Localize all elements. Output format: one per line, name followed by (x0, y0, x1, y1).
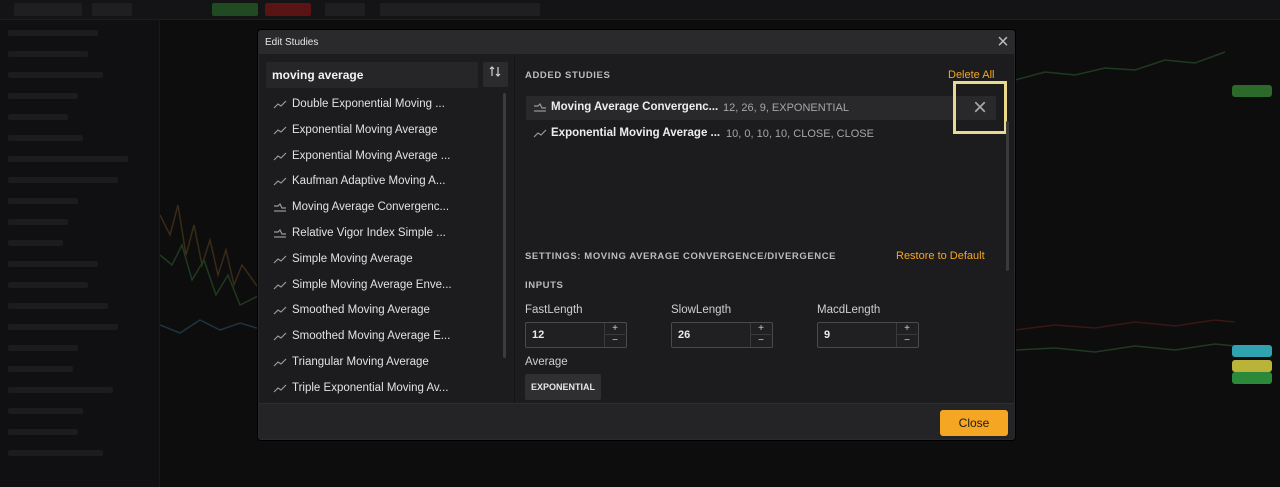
added-study-name: Moving Average Convergenc... (551, 101, 719, 113)
dialog-title: Edit Studies (265, 37, 319, 48)
study-list-item-label: Kaufman Adaptive Moving A... (292, 175, 446, 188)
lower-study-icon (274, 229, 286, 238)
study-list-scrollbar[interactable] (503, 93, 506, 358)
study-list-item[interactable]: Triple Exponential Moving Av... (266, 377, 502, 401)
line-study-icon (273, 152, 287, 161)
sort-button[interactable] (483, 62, 508, 87)
line-study-icon (273, 384, 287, 393)
average-label: Average (525, 356, 568, 368)
line-study-icon (273, 255, 287, 264)
decrement-button[interactable]: − (896, 335, 917, 347)
study-results-list: Double Exponential Moving ... Exponentia… (266, 93, 506, 403)
delete-all-link[interactable]: Delete All (948, 69, 994, 81)
line-study-icon (273, 100, 287, 109)
added-study-name: Exponential Moving Average ... (551, 127, 721, 139)
background-price-tag (1232, 85, 1272, 97)
macdlength-input[interactable] (824, 328, 894, 342)
study-list-item-label: Simple Moving Average (292, 252, 413, 265)
added-study-params: 10, 0, 10, 10, CLOSE, CLOSE (726, 128, 874, 140)
pane-divider (514, 55, 515, 405)
background-price-tag (1232, 360, 1272, 372)
study-list-item-label: Triangular Moving Average (292, 356, 429, 368)
background-toolbar (0, 0, 1280, 20)
decrement-button[interactable]: − (604, 335, 625, 347)
added-studies-title: ADDED STUDIES (525, 70, 611, 81)
slowlength-stepper: + − (671, 322, 773, 348)
added-study-row[interactable]: Moving Average Convergenc... 12, 26, 9, … (526, 96, 996, 120)
study-list-item[interactable]: Smoothed Moving Average E... (266, 325, 502, 349)
inputs-title: INPUTS (525, 280, 564, 291)
fastlength-stepper: + − (525, 322, 627, 348)
average-type-button[interactable]: EXPONENTIAL (525, 374, 601, 400)
right-pane-scrollbar[interactable] (1006, 121, 1009, 271)
increment-button[interactable]: + (750, 323, 771, 335)
line-study-icon (273, 281, 287, 290)
study-list-item-label: Moving Average Convergenc... (292, 201, 450, 214)
study-list-item[interactable]: Exponential Moving Average ... (266, 145, 502, 169)
increment-button[interactable]: + (604, 323, 625, 335)
dialog-close-icon[interactable]: × (993, 32, 1013, 52)
study-list-item-label: Smoothed Moving Average E... (292, 330, 451, 343)
study-list-item[interactable]: Simple Moving Average (266, 248, 502, 272)
line-study-icon (533, 129, 547, 138)
increment-button[interactable]: + (896, 323, 917, 335)
lower-study-icon (274, 203, 286, 212)
line-study-icon (273, 332, 287, 341)
study-list-item-label: Exponential Moving Average (292, 123, 438, 136)
study-list-item-label: Smoothed Moving Average (292, 304, 430, 317)
study-search-box[interactable] (266, 62, 478, 88)
study-list-item-label: Double Exponential Moving ... (292, 98, 445, 110)
background-sidebar (0, 20, 160, 487)
slowlength-label: SlowLength (671, 304, 732, 316)
lower-study-icon (534, 103, 546, 112)
study-list-item[interactable]: Kaufman Adaptive Moving A... (266, 170, 502, 194)
background-price-tag (1232, 345, 1272, 357)
study-list-item[interactable]: Relative Vigor Index Simple ... (266, 222, 502, 246)
study-list-item[interactable]: Double Exponential Moving ... (266, 93, 502, 117)
added-study-row[interactable]: Exponential Moving Average ... 10, 0, 10… (526, 122, 996, 146)
macdlength-label: MacdLength (817, 304, 881, 316)
study-list-item-label: Triple Exponential Moving Av... (292, 381, 449, 394)
background-chart-left (160, 204, 260, 334)
study-list-item[interactable]: Smoothed Moving Average (266, 299, 502, 323)
added-study-params: 12, 26, 9, EXPONENTIAL (723, 102, 849, 114)
line-study-icon (273, 306, 287, 315)
slowlength-input[interactable] (678, 328, 748, 342)
settings-title: SETTINGS: MOVING AVERAGE CONVERGENCE/DIV… (525, 251, 837, 262)
macdlength-stepper: + − (817, 322, 919, 348)
study-list-item[interactable]: Moving Average Convergenc... (266, 196, 502, 220)
dialog-footer: Close (259, 403, 1014, 439)
fastlength-label: FastLength (525, 304, 583, 316)
study-list-item-label: Simple Moving Average Enve... (292, 278, 452, 291)
line-study-icon (273, 126, 287, 135)
line-study-icon (273, 358, 287, 367)
sort-icon (489, 66, 501, 77)
edit-studies-dialog: Edit Studies × Double Exponential Moving… (258, 30, 1015, 440)
study-list-item-label: Relative Vigor Index Simple ... (292, 227, 446, 239)
fastlength-input[interactable] (532, 328, 602, 342)
line-study-icon (273, 177, 287, 186)
background-price-tag (1232, 372, 1272, 384)
study-list-item[interactable]: Triangular Moving Average (266, 351, 502, 375)
decrement-button[interactable]: − (750, 335, 771, 347)
close-button[interactable]: Close (940, 410, 1008, 436)
study-list-item[interactable]: Simple Moving Average Enve... (266, 274, 502, 298)
study-search-input[interactable] (272, 66, 472, 84)
remove-study-icon[interactable]: × (970, 94, 990, 122)
study-list-item[interactable]: Exponential Moving Average (266, 119, 502, 143)
remove-study-highlight: × (953, 81, 1007, 134)
dialog-header: Edit Studies × (259, 31, 1014, 54)
study-list-item-label: Exponential Moving Average ... (292, 149, 451, 162)
restore-default-link[interactable]: Restore to Default (896, 250, 985, 262)
